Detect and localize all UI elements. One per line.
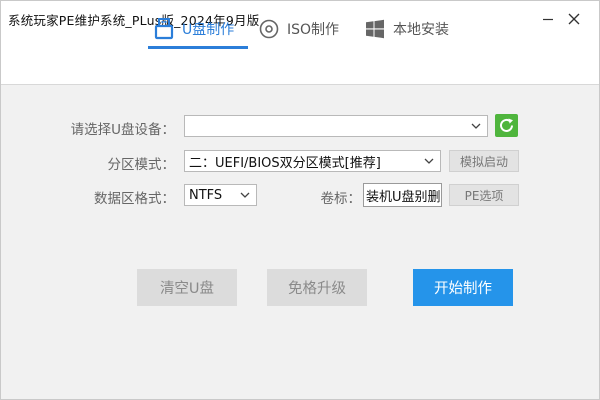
clear-usb-button[interactable]: 清空U盘 (137, 269, 237, 306)
refresh-icon (500, 118, 513, 132)
chevron-down-icon (469, 119, 483, 133)
format-select-value: NTFS (189, 187, 223, 203)
tab-label: ISO制作 (287, 22, 340, 38)
partition-select-value: 二：UEFI/BIOS双分区模式[推荐] (189, 155, 381, 171)
pe-options-button[interactable]: PE选项 (449, 184, 519, 206)
volume-input[interactable]: 装机U盘别删 (363, 183, 442, 207)
start-make-button[interactable]: 开始制作 (413, 269, 513, 306)
partition-select[interactable]: 二：UEFI/BIOS双分区模式[推荐] (184, 150, 441, 172)
device-select[interactable] (184, 115, 488, 137)
format-label: 数据区格式： (94, 191, 175, 207)
disc-icon (259, 19, 279, 39)
format-select[interactable]: NTFS (184, 184, 257, 206)
windows-icon (366, 19, 384, 39)
tab-label: 本地安装 (393, 22, 449, 38)
tab-local-install[interactable]: 本地安装 (357, 9, 459, 49)
usb-icon (154, 18, 174, 40)
simulate-boot-button[interactable]: 模拟启动 (449, 150, 519, 172)
refresh-button[interactable] (495, 114, 518, 137)
tab-label: U盘制作 (182, 22, 235, 38)
app-window: 系统玩家PE维护系统_PLus版_2024年9月版 U盘制作 ISO制作 本地安… (0, 0, 600, 400)
minimize-icon (543, 18, 553, 21)
close-button[interactable] (561, 7, 587, 31)
close-icon (568, 13, 580, 25)
upgrade-without-format-button[interactable]: 免格升级 (267, 269, 367, 306)
chevron-down-icon (422, 154, 436, 168)
tab-iso-make[interactable]: ISO制作 (251, 9, 351, 49)
chevron-down-icon (238, 188, 252, 202)
partition-label: 分区模式： (107, 157, 176, 173)
tab-usb-make[interactable]: U盘制作 (146, 9, 250, 49)
device-label: 请选择U盘设备： (70, 122, 175, 138)
minimize-button[interactable] (535, 7, 561, 31)
volume-label: 卷标： (320, 191, 362, 207)
